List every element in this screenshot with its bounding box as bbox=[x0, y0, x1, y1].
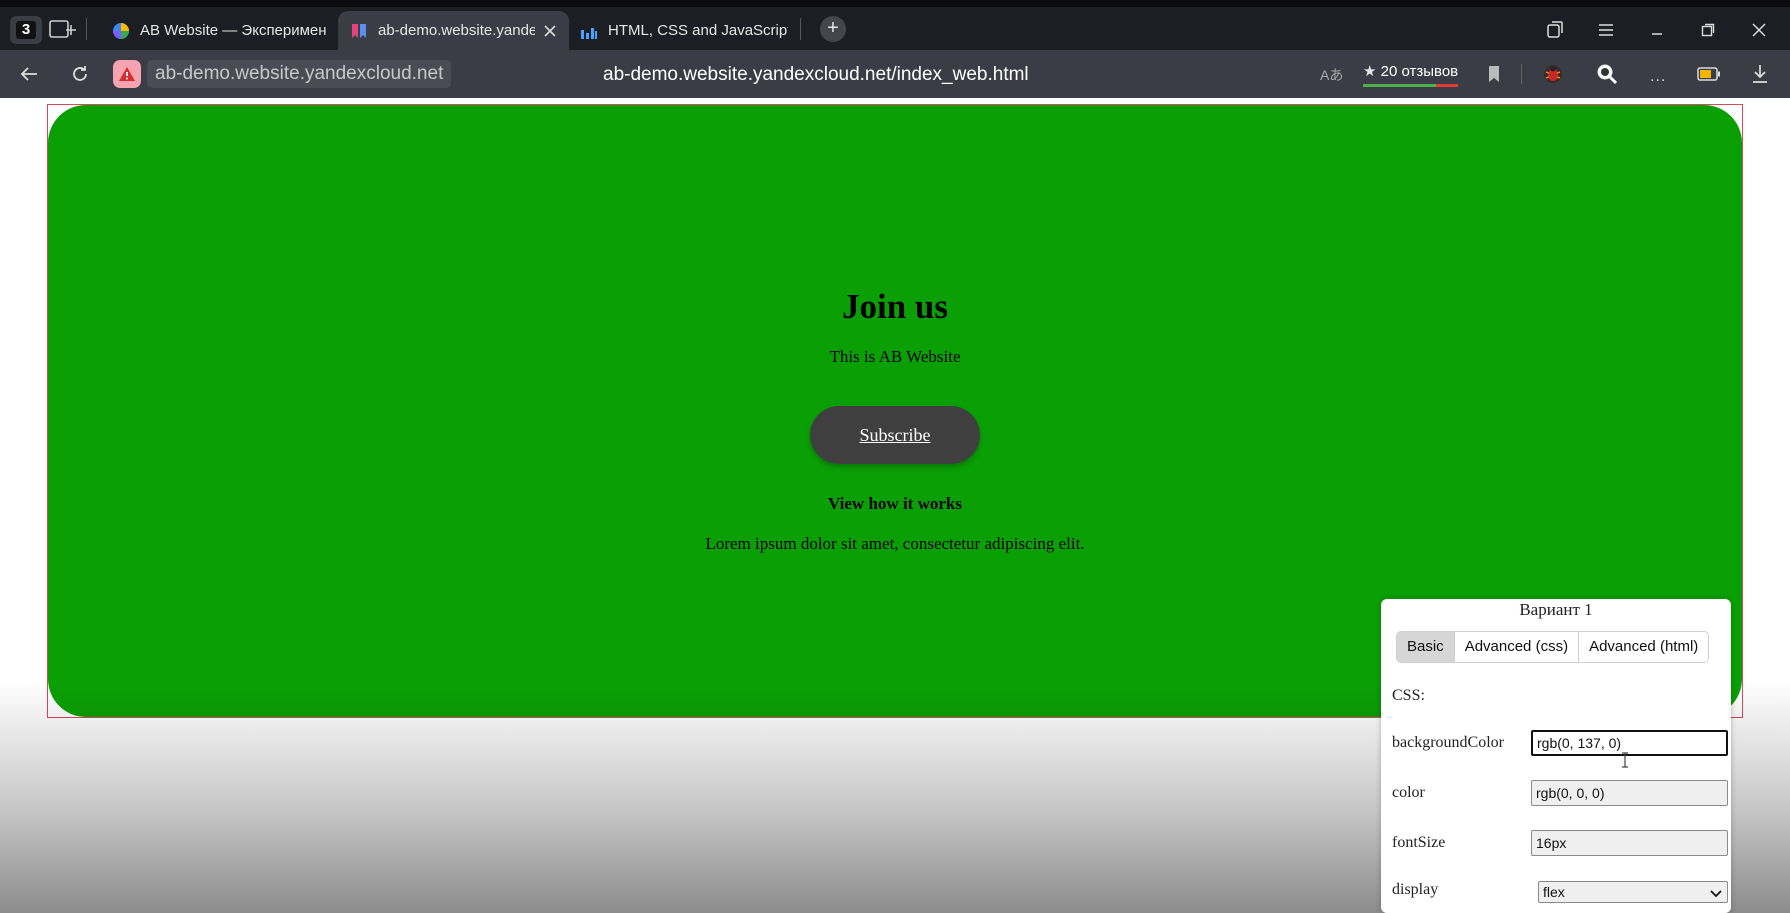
subscribe-button[interactable]: Subscribe bbox=[810, 406, 980, 464]
tab-title: AB Website — Эксперимен bbox=[140, 22, 327, 39]
tab-ab-demo[interactable]: ab-demo.website.yandex bbox=[338, 11, 569, 50]
new-tab-plus-icon[interactable]: + bbox=[820, 16, 846, 42]
tab-title: ab-demo.website.yandex bbox=[378, 22, 535, 39]
field-font-size: fontSize 16px bbox=[1392, 830, 1728, 856]
security-warning-icon[interactable] bbox=[113, 60, 141, 88]
tab-ab-website[interactable]: AB Website — Эксперимен bbox=[112, 11, 332, 50]
window-top-edge bbox=[0, 0, 1790, 7]
field-label: display bbox=[1392, 881, 1439, 898]
tab-count-label: 3 bbox=[15, 21, 37, 39]
variant-title: Вариант 1 bbox=[1519, 600, 1593, 619]
close-window-icon[interactable] bbox=[1744, 15, 1774, 45]
site-domain: ab-demo.website.yandexcloud.net bbox=[147, 60, 452, 88]
field-background-color: backgroundColor rgb(0, 137, 0) bbox=[1392, 730, 1728, 756]
field-label: backgroundColor bbox=[1392, 734, 1504, 751]
browser-address-bar: ab-demo.website.yandexcloud.net ab-demo.… bbox=[0, 50, 1790, 98]
more-extensions-icon[interactable]: ... bbox=[1650, 68, 1666, 86]
collections-icon[interactable] bbox=[1540, 15, 1570, 45]
close-tab-icon[interactable] bbox=[543, 24, 557, 38]
zoom-magnifier-icon[interactable] bbox=[1595, 62, 1619, 86]
hero-subtitle: This is AB Website bbox=[829, 347, 961, 366]
toolbar-separator bbox=[1521, 64, 1522, 84]
text-cursor-icon bbox=[1620, 752, 1630, 768]
font-size-input[interactable]: 16px bbox=[1531, 830, 1728, 856]
rating-red-segment bbox=[1436, 84, 1459, 87]
hero-description: Lorem ipsum dolor sit amet, consectetur … bbox=[705, 534, 1085, 553]
field-label: fontSize bbox=[1392, 834, 1446, 851]
new-tab-group-icon[interactable] bbox=[48, 16, 78, 44]
color-input[interactable]: rgb(0, 0, 0) bbox=[1531, 780, 1728, 806]
chart-favicon-icon bbox=[580, 22, 598, 40]
star-icon: ★ bbox=[1363, 63, 1377, 80]
translate-icon[interactable]: Aあ bbox=[1320, 65, 1343, 85]
tab-separator bbox=[800, 18, 801, 40]
menu-hamburger-icon[interactable] bbox=[1591, 15, 1621, 45]
address-url[interactable]: ab-demo.website.yandexcloud.net/index_we… bbox=[603, 63, 1029, 87]
yandex-favicon-icon bbox=[112, 22, 130, 40]
bookmark-icon[interactable] bbox=[1482, 62, 1506, 86]
css-section-label: CSS: bbox=[1392, 687, 1425, 704]
field-color: color rgb(0, 0, 0) bbox=[1392, 780, 1728, 806]
display-select-value: flex bbox=[1543, 884, 1565, 900]
reload-icon[interactable] bbox=[68, 62, 92, 86]
battery-saver-icon[interactable] bbox=[1697, 62, 1721, 86]
tab-advanced-html[interactable]: Advanced (html) bbox=[1579, 632, 1709, 662]
tab-title: HTML, CSS and JavaScript o bbox=[608, 22, 788, 39]
reviews-label: 20 отзывов bbox=[1380, 63, 1459, 80]
tab-count-button[interactable]: 3 bbox=[10, 16, 42, 44]
field-label: color bbox=[1392, 784, 1425, 801]
variant-editor-panel: Вариант 1 Basic Advanced (css) Advanced … bbox=[1381, 599, 1731, 913]
site-identity-chip[interactable]: ab-demo.website.yandexcloud.net bbox=[113, 59, 452, 89]
minimize-window-icon[interactable] bbox=[1642, 15, 1672, 45]
browser-tab-bar: 3 AB Website — Эксперимен ab-demo.websit… bbox=[0, 0, 1790, 50]
tab-html-css-js[interactable]: HTML, CSS and JavaScript o bbox=[580, 11, 788, 50]
reviews-badge[interactable]: ★ 20 отзывов bbox=[1363, 62, 1459, 87]
extension-bug-icon[interactable] bbox=[1541, 62, 1565, 86]
download-icon[interactable] bbox=[1748, 62, 1772, 86]
restore-window-icon[interactable] bbox=[1693, 15, 1723, 45]
how-it-works-heading: View how it works bbox=[828, 494, 962, 513]
field-display: display flex bbox=[1392, 881, 1728, 907]
tab-advanced-css[interactable]: Advanced (css) bbox=[1454, 632, 1580, 662]
chevron-down-icon bbox=[1709, 885, 1723, 899]
variant-tabs: Basic Advanced (css) Advanced (html) bbox=[1396, 631, 1710, 663]
display-select[interactable]: flex bbox=[1538, 881, 1728, 903]
tab-separator bbox=[86, 18, 87, 40]
back-arrow-icon[interactable] bbox=[17, 62, 41, 86]
bookmarks-favicon-icon bbox=[350, 22, 368, 40]
tab-basic[interactable]: Basic bbox=[1397, 632, 1455, 662]
hero-title: Join us bbox=[841, 287, 949, 326]
